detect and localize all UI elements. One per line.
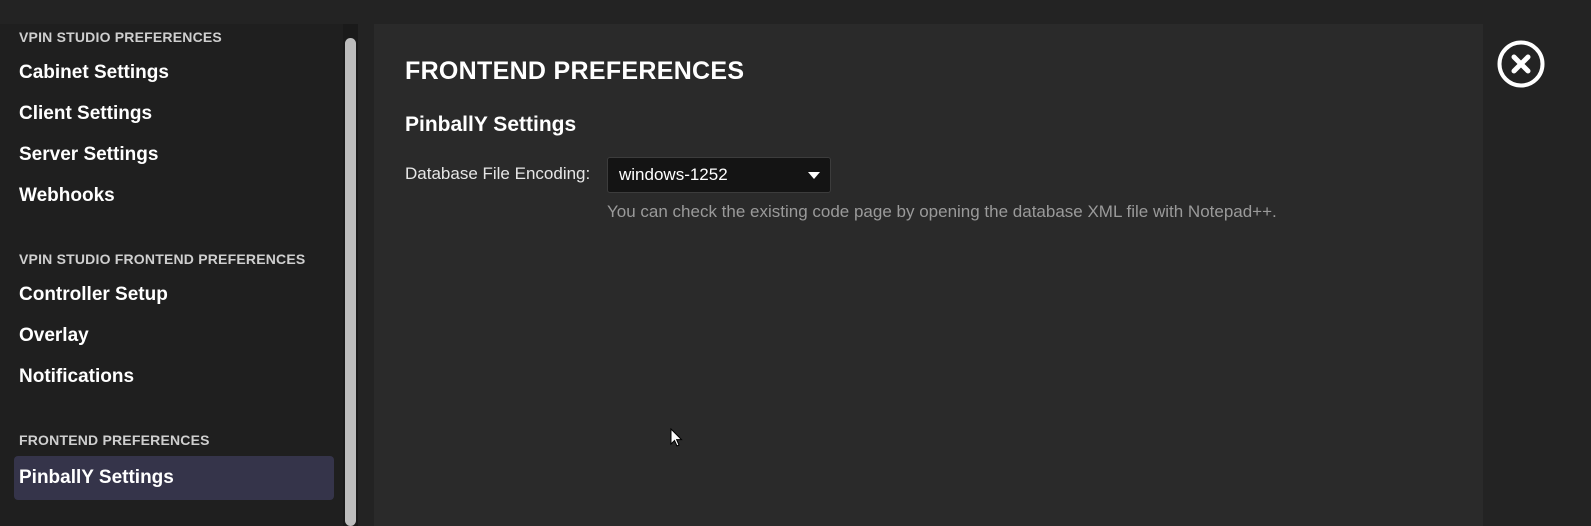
sidebar-item-overlay[interactable]: Overlay <box>14 314 334 358</box>
chevron-down-icon[interactable] <box>808 172 820 179</box>
main-panel: FRONTEND PREFERENCES PinballY Settings D… <box>374 24 1483 526</box>
sidebar-item-notifications[interactable]: Notifications <box>14 355 334 399</box>
section-title: PinballY Settings <box>405 113 577 136</box>
sidebar-section-title-frontend: FRONTEND PREFERENCES <box>19 432 210 448</box>
encoding-select-value: windows-1252 <box>619 165 728 184</box>
sidebar-item-pinbally-settings[interactable]: PinballY Settings <box>14 456 334 500</box>
close-button[interactable] <box>1497 40 1545 88</box>
encoding-field-label: Database File Encoding: <box>405 164 591 183</box>
sidebar: VPIN STUDIO PREFERENCES Cabinet Settings… <box>0 24 344 526</box>
sidebar-item-server-settings[interactable]: Server Settings <box>14 133 334 177</box>
sidebar-item-webhooks[interactable]: Webhooks <box>14 174 334 218</box>
close-circle-icon <box>1497 40 1545 88</box>
sidebar-scrollbar-thumb[interactable] <box>345 38 356 526</box>
mouse-pointer-icon <box>670 427 684 448</box>
preferences-window: VPIN STUDIO PREFERENCES Cabinet Settings… <box>0 0 1591 526</box>
encoding-hint-text: You can check the existing code page by … <box>607 202 1277 221</box>
page-title: FRONTEND PREFERENCES <box>405 57 745 85</box>
sidebar-section-title-vpin-studio-frontend: VPIN STUDIO FRONTEND PREFERENCES <box>19 251 306 267</box>
sidebar-section-title-vpin-studio: VPIN STUDIO PREFERENCES <box>19 29 222 45</box>
sidebar-item-cabinet-settings[interactable]: Cabinet Settings <box>14 51 334 95</box>
encoding-select[interactable]: windows-1252 <box>607 157 831 193</box>
sidebar-item-client-settings[interactable]: Client Settings <box>14 92 334 136</box>
sidebar-item-controller-setup[interactable]: Controller Setup <box>14 273 334 317</box>
